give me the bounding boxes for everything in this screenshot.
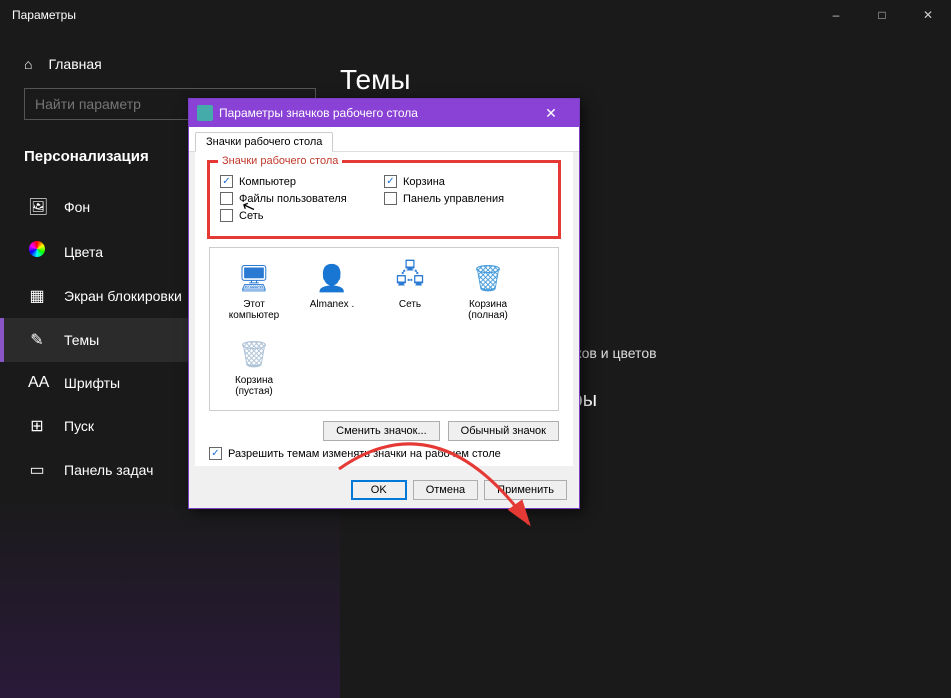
checkbox-group: Значки рабочего стола ✓ Компьютер ↖ Файл…: [209, 162, 559, 237]
sidebar-item-label: Цвета: [64, 244, 103, 260]
dialog-title-text: Параметры значков рабочего стола: [219, 106, 418, 120]
home-icon: ⌂: [24, 56, 32, 72]
icon-label: Этот компьютер: [221, 299, 287, 321]
home-link[interactable]: ⌂ Главная: [0, 50, 340, 88]
icon-label: Almanex .: [299, 299, 365, 310]
minimize-button[interactable]: –: [813, 0, 859, 30]
cancel-button[interactable]: Отмена: [413, 480, 478, 500]
palette-icon: [28, 241, 46, 262]
icon-preview-pane: 🖥 Этот компьютер 👤 Almanex . 🖧 Сеть 🗑 Ко…: [209, 247, 559, 411]
checkbox-box: [384, 192, 397, 205]
change-icon-button[interactable]: Сменить значок...: [323, 421, 440, 441]
allow-themes-label: Разрешить темам изменять значки на рабоч…: [228, 448, 501, 460]
checkbox-recycle-bin[interactable]: ✓ Корзина: [384, 175, 548, 188]
checkbox-box: [220, 209, 233, 222]
window-title: Параметры: [12, 8, 76, 22]
sidebar-item-label: Пуск: [64, 418, 94, 434]
window-controls: – □ ✕: [813, 0, 951, 30]
checkbox-label: Компьютер: [239, 176, 296, 188]
brush-icon: ✎: [28, 330, 46, 350]
taskbar-icon: ▭: [28, 460, 46, 480]
titlebar: Параметры – □ ✕: [0, 0, 951, 30]
icon-recycle-empty[interactable]: 🗑 Корзина (пустая): [218, 332, 290, 402]
home-label: Главная: [48, 56, 101, 72]
network-icon: 🖧: [393, 261, 427, 295]
maximize-button[interactable]: □: [859, 0, 905, 30]
icon-label: Корзина (пустая): [221, 375, 287, 397]
checkbox-label: Файлы пользователя: [239, 193, 347, 205]
apply-button[interactable]: Применить: [484, 480, 567, 500]
checkbox-label: Панель управления: [403, 193, 504, 205]
allow-themes-checkbox[interactable]: ✓ Разрешить темам изменять значки на раб…: [209, 447, 559, 460]
user-folder-icon: 👤: [315, 261, 349, 295]
computer-icon: 🖥: [237, 261, 271, 295]
icon-label: Корзина (полная): [455, 299, 521, 321]
start-icon: ⊞: [28, 416, 46, 436]
sidebar-item-label: Шрифты: [64, 375, 120, 391]
checkbox-box: [220, 192, 233, 205]
checkbox-box: ✓: [220, 175, 233, 188]
dialog-titlebar: Параметры значков рабочего стола ✕: [189, 99, 579, 127]
ok-button[interactable]: OK: [351, 480, 407, 500]
sidebar-item-label: Панель задач: [64, 462, 153, 478]
dialog-close-button[interactable]: ✕: [531, 105, 571, 122]
font-icon: AA: [28, 374, 46, 392]
checkbox-label: Корзина: [403, 176, 445, 188]
dialog-icon: [197, 105, 213, 121]
sidebar-item-label: Экран блокировки: [64, 288, 182, 304]
recycle-empty-icon: 🗑: [237, 337, 271, 371]
icon-this-computer[interactable]: 🖥 Этот компьютер: [218, 256, 290, 326]
sidebar-item-label: Темы: [64, 332, 99, 348]
recycle-full-icon: 🗑: [471, 261, 505, 295]
image-icon: 🖼: [28, 197, 46, 217]
checkbox-box: ✓: [384, 175, 397, 188]
tab-desktop-icons[interactable]: Значки рабочего стола: [195, 132, 333, 152]
close-button[interactable]: ✕: [905, 0, 951, 30]
page-title: Темы: [340, 64, 951, 96]
icon-label: Сеть: [377, 299, 443, 310]
checkbox-box: ✓: [209, 447, 222, 460]
default-icon-button[interactable]: Обычный значок: [448, 421, 559, 441]
checkbox-control-panel[interactable]: Панель управления: [384, 192, 548, 205]
sidebar-item-label: Фон: [64, 199, 90, 215]
lock-icon: ▦: [28, 286, 46, 306]
tab-strip: Значки рабочего стола: [189, 127, 579, 152]
desktop-icons-dialog: Параметры значков рабочего стола ✕ Значк…: [188, 98, 580, 509]
icon-network[interactable]: 🖧 Сеть: [374, 256, 446, 326]
icon-user-folder[interactable]: 👤 Almanex .: [296, 256, 368, 326]
group-title: Значки рабочего стола: [218, 155, 342, 167]
checkbox-computer[interactable]: ✓ Компьютер: [220, 175, 384, 188]
icon-recycle-full[interactable]: 🗑 Корзина (полная): [452, 256, 524, 326]
